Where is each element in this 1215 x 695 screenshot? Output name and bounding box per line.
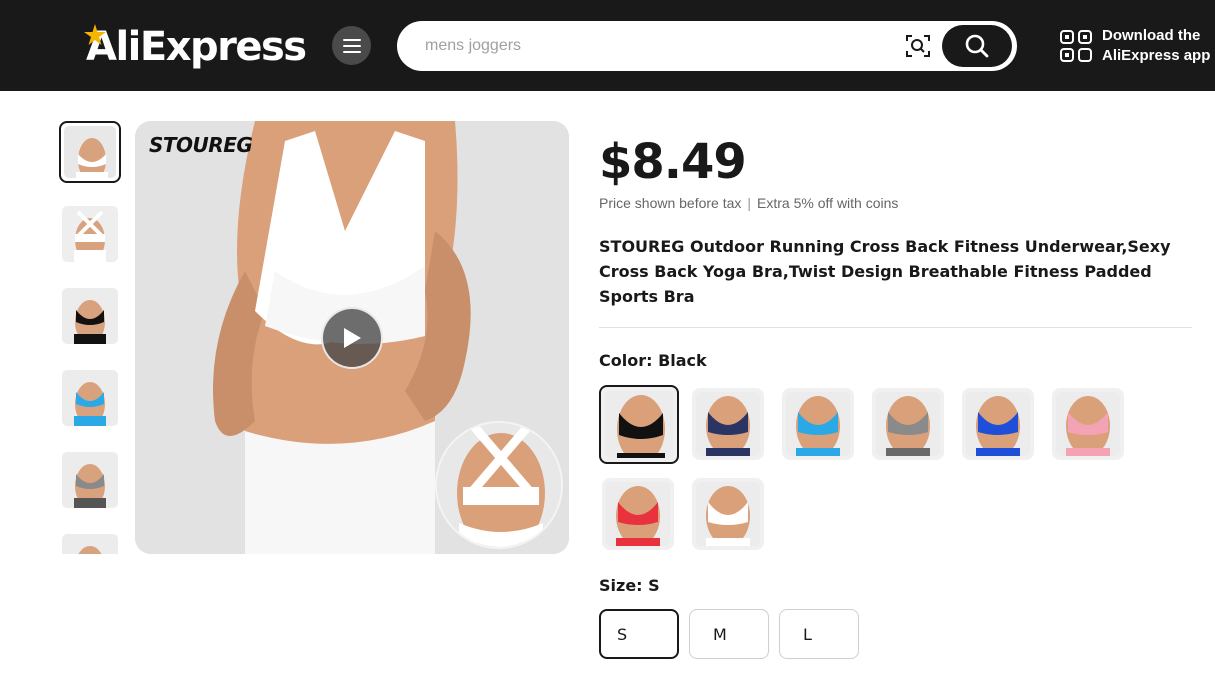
note-separator: |	[747, 195, 752, 211]
thumbnail-6[interactable]	[59, 531, 121, 554]
logo-star-icon	[84, 24, 106, 45]
aliexpress-logo[interactable]: AliExpress	[84, 22, 307, 72]
back-view-inset	[435, 421, 563, 549]
thumbnail-2[interactable]	[59, 203, 121, 265]
download-app-line2: AliExpress app	[1102, 47, 1211, 64]
size-option-label: M	[713, 624, 727, 644]
color-swatch-pink[interactable]	[1052, 388, 1124, 460]
menu-button[interactable]	[332, 26, 371, 65]
top-header: AliExpress mens joggers Download the Ali…	[0, 0, 1215, 91]
color-swatch-black[interactable]	[599, 385, 679, 464]
camera-search-icon	[906, 35, 930, 57]
menu-icon	[342, 38, 361, 53]
thumbnail-3[interactable]	[59, 285, 121, 347]
color-swatch-gray[interactable]	[872, 388, 944, 460]
search-bar	[397, 21, 1017, 71]
thumbnail-5[interactable]	[59, 449, 121, 511]
search-icon	[965, 34, 989, 58]
thumbnail-image	[62, 370, 118, 426]
color-swatch-navy[interactable]	[692, 388, 764, 460]
swatch-image	[605, 391, 673, 458]
price-note: Price shown before tax | Extra 5% off with…	[599, 195, 898, 211]
size-option-s[interactable]: S	[599, 609, 679, 659]
thumbnail-image	[62, 288, 118, 344]
color-swatch-white[interactable]	[692, 478, 764, 550]
size-option-m[interactable]: M	[689, 609, 769, 659]
thumbnail-list	[59, 121, 121, 554]
search-input[interactable]	[425, 33, 885, 59]
swatch-image	[876, 392, 940, 456]
swatch-image	[606, 482, 670, 546]
size-label: Size: S	[599, 576, 660, 595]
thumbnail-image	[64, 126, 116, 178]
product-title: STOUREG Outdoor Running Cross Back Fitne…	[599, 237, 1171, 306]
divider	[599, 327, 1192, 328]
thumbnail-image	[62, 452, 118, 508]
swatch-image	[1056, 392, 1120, 456]
play-icon	[344, 328, 361, 348]
swatch-image	[966, 392, 1030, 456]
color-swatch-sky-blue[interactable]	[782, 388, 854, 460]
product-price: $8.49	[599, 134, 747, 190]
thumbnail-image	[62, 534, 118, 554]
swatch-image	[696, 482, 760, 546]
color-label: Color: Black	[599, 351, 707, 370]
size-option-l[interactable]: L	[779, 609, 859, 659]
logo-text: AliExpress	[86, 24, 307, 70]
size-option-label: L	[803, 624, 812, 644]
download-app-link[interactable]: Download the AliExpress app	[1060, 26, 1210, 66]
camera-search-button[interactable]	[905, 33, 931, 59]
brand-watermark: STOUREG	[149, 133, 253, 157]
download-app-text: Download the AliExpress app	[1102, 26, 1210, 66]
coins-note: Extra 5% off with coins	[757, 195, 899, 211]
tax-note: Price shown before tax	[599, 195, 742, 211]
size-option-label: S	[617, 624, 628, 644]
swatch-image	[696, 392, 760, 456]
swatch-image	[786, 392, 850, 456]
thumbnail-1[interactable]	[59, 121, 121, 183]
thumbnail-image	[62, 206, 118, 262]
search-button[interactable]	[942, 25, 1012, 67]
download-app-line1: Download the	[1102, 27, 1201, 44]
main-product-image[interactable]: STOUREG	[135, 121, 569, 554]
color-swatch-red[interactable]	[602, 478, 674, 550]
qr-code-icon	[1060, 30, 1092, 62]
color-swatch-royal-blue[interactable]	[962, 388, 1034, 460]
play-video-button[interactable]	[321, 307, 383, 369]
thumbnail-4[interactable]	[59, 367, 121, 429]
